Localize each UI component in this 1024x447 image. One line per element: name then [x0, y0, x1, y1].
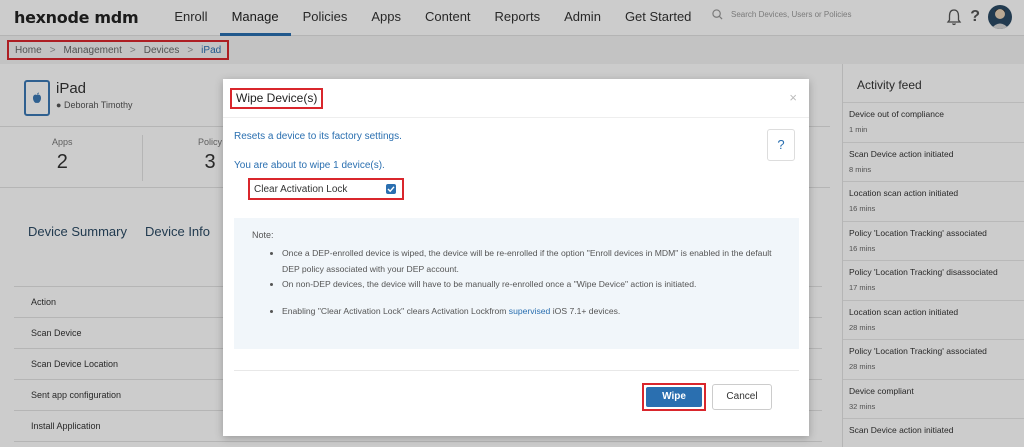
dialog-title: Wipe Device(s) [230, 88, 324, 109]
note-list: Once a DEP-enrolled device is wiped, the… [282, 246, 781, 319]
clear-activation-lock-checkbox[interactable] [386, 184, 396, 194]
wipe-button[interactable]: Wipe [646, 387, 702, 407]
note-item: Enabling "Clear Activation Lock" clears … [282, 304, 781, 320]
wipe-button-highlight: Wipe [642, 383, 706, 411]
note-text: Enabling "Clear Activation Lock" clears … [282, 305, 509, 316]
note-panel: Note: Once a DEP-enrolled device is wipe… [234, 218, 799, 349]
help-button[interactable]: ? [767, 129, 795, 161]
checkmark-icon [387, 186, 395, 193]
dialog-description: Resets a device to its factory settings. [234, 131, 402, 142]
divider [223, 117, 809, 118]
note-item: On non-DEP devices, the device will have… [282, 277, 781, 293]
note-item: Once a DEP-enrolled device is wiped, the… [282, 246, 781, 277]
note-text: iOS 7.1+ devices. [550, 305, 621, 316]
close-icon[interactable]: × [789, 90, 797, 105]
wipe-count-text: You are about to wipe 1 device(s). [234, 160, 385, 171]
wipe-device-dialog: Wipe Device(s) × Resets a device to its … [223, 79, 809, 436]
cancel-button[interactable]: Cancel [712, 384, 772, 410]
clear-activation-lock-option[interactable]: Clear Activation Lock [248, 178, 404, 200]
clear-activation-lock-label: Clear Activation Lock [254, 183, 348, 195]
note-title: Note: [252, 230, 274, 240]
divider [234, 370, 799, 371]
supervised-link[interactable]: supervised [509, 306, 551, 316]
